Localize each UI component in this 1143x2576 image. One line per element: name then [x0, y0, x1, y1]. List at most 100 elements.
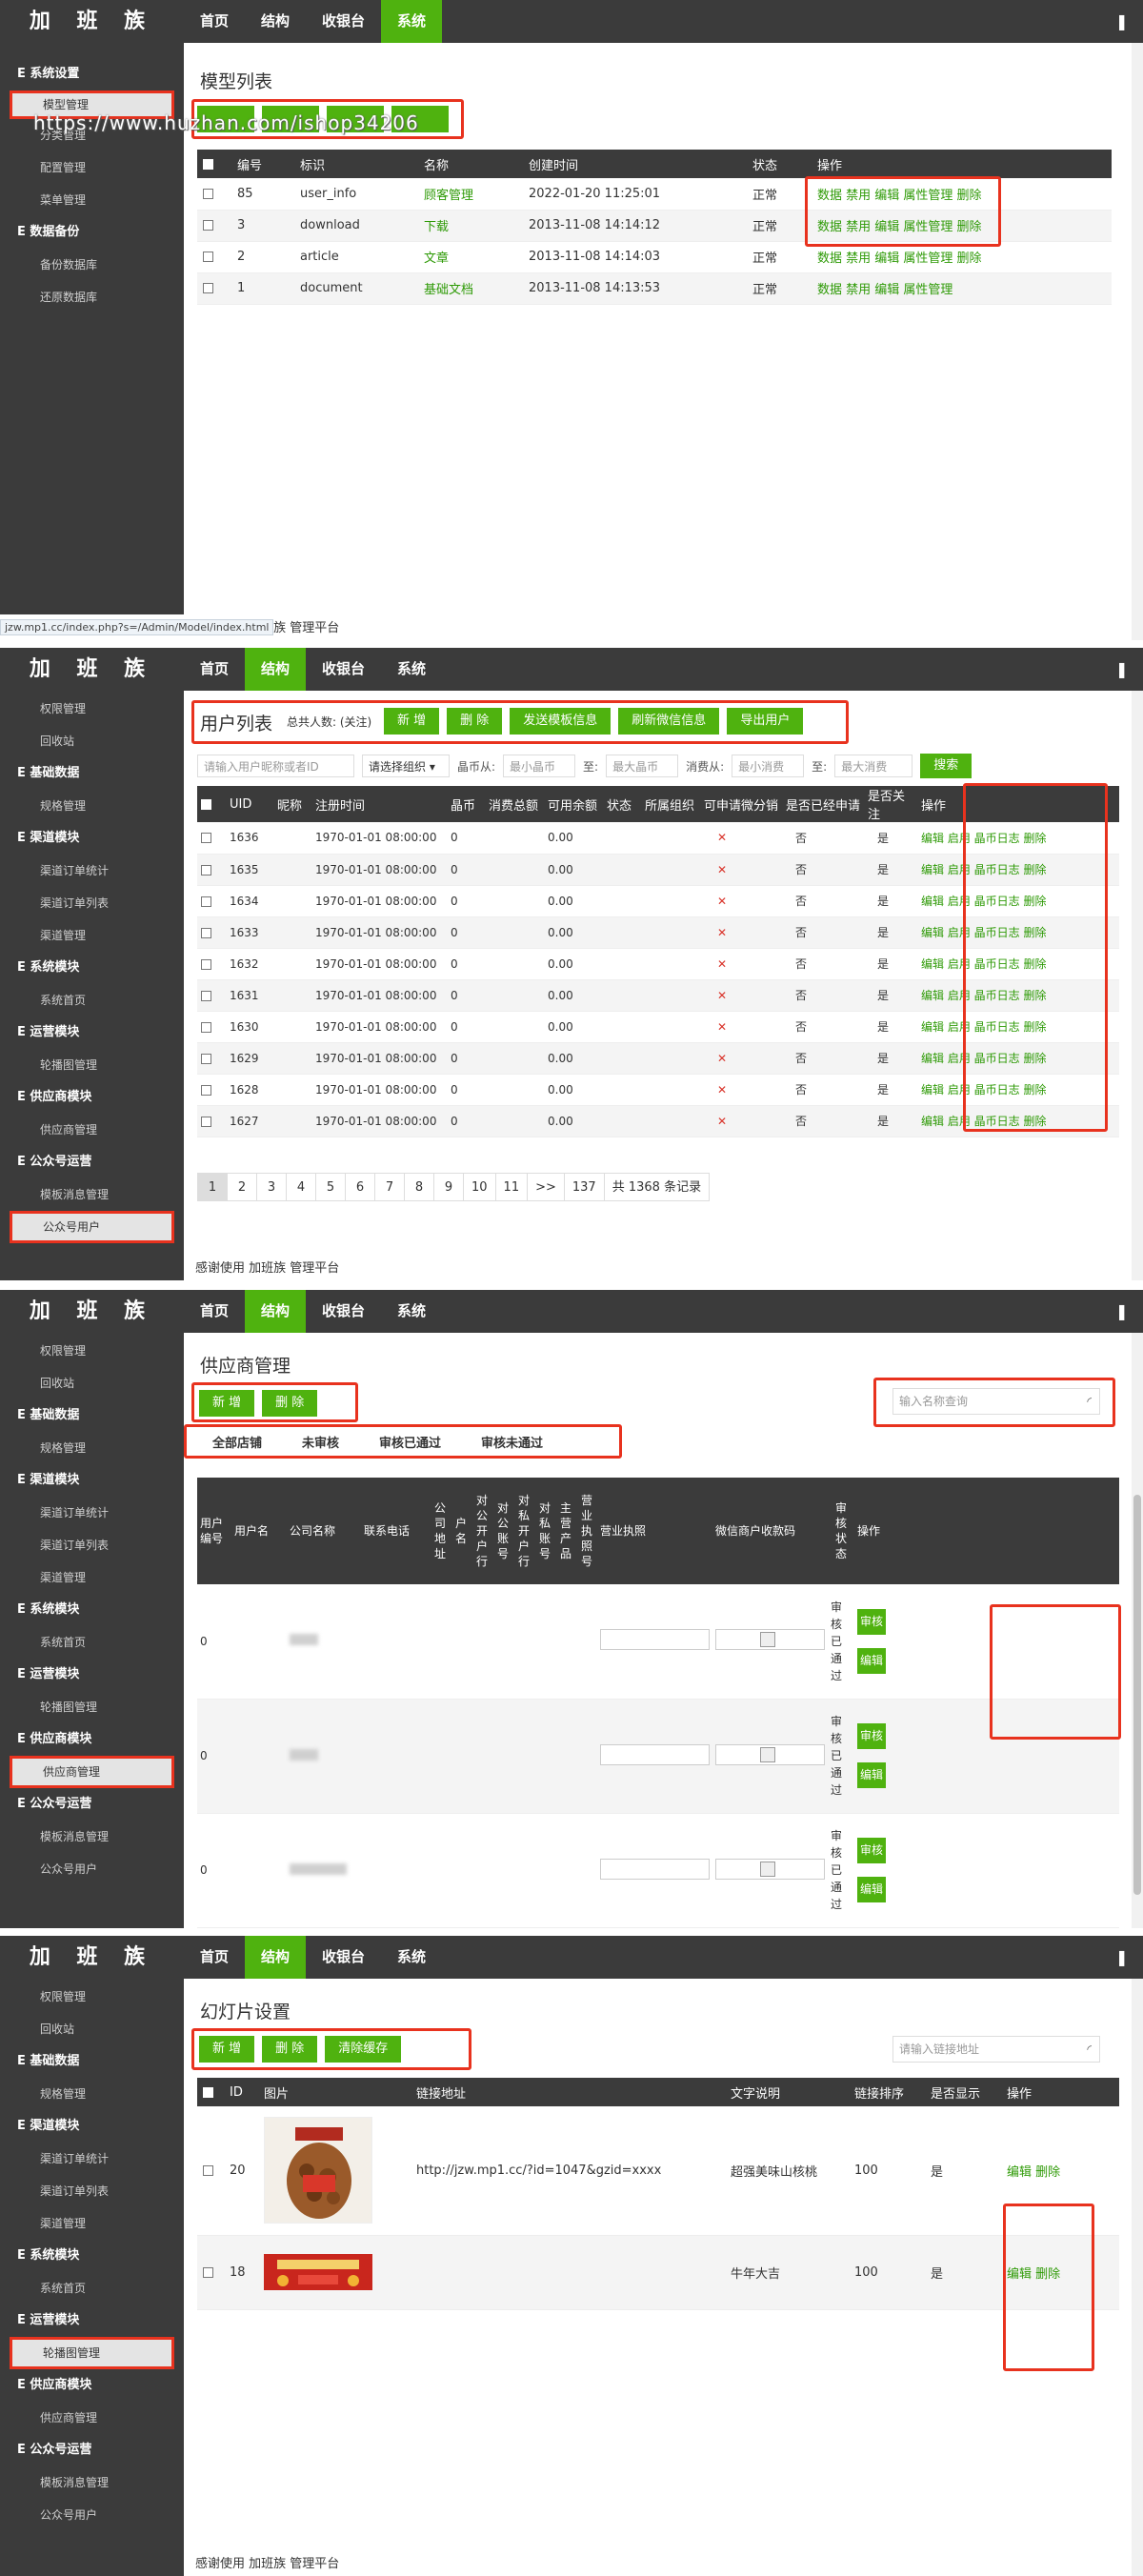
- sidebar-item-restore-db[interactable]: 还原数据库: [0, 281, 184, 313]
- nav-home[interactable]: 首页: [184, 0, 245, 43]
- pagination-page[interactable]: 5: [315, 1173, 346, 1201]
- sidebar-item-3[interactable]: 规格管理: [0, 1432, 184, 1464]
- spend-min-input[interactable]: 最小消费: [732, 755, 805, 777]
- pagination-page[interactable]: >>: [527, 1173, 565, 1201]
- sidebar-item-menu-manage[interactable]: 菜单管理: [0, 184, 184, 216]
- sidebar-item-backup-db[interactable]: 备份数据库: [0, 249, 184, 281]
- nav-cashier[interactable]: 收银台: [306, 1290, 381, 1333]
- nav-home[interactable]: 首页: [184, 1936, 245, 1979]
- sidebar-item-3[interactable]: 规格管理: [0, 2078, 184, 2110]
- edit-button[interactable]: 编辑: [857, 1877, 886, 1902]
- select-all-checkbox[interactable]: [203, 158, 213, 170]
- select-all-checkbox[interactable]: [203, 2086, 213, 2098]
- row-checkbox[interactable]: [201, 1021, 211, 1033]
- pagination-page[interactable]: 2: [227, 1173, 257, 1201]
- cell-name[interactable]: 基础文档: [418, 272, 523, 305]
- review-button[interactable]: 审核: [857, 1723, 886, 1749]
- user-search-input[interactable]: 请输入用户昵称或者ID: [197, 755, 354, 777]
- nav-structure[interactable]: 结构: [245, 1290, 307, 1333]
- sidebar-item-template-msg[interactable]: 模板消息管理: [0, 1178, 184, 1211]
- cell-name[interactable]: 文章: [418, 241, 523, 273]
- search-button[interactable]: 搜索: [920, 754, 973, 778]
- sidebar-item-0[interactable]: 权限管理: [0, 1981, 184, 2013]
- sidebar-item-channel-stats[interactable]: 渠道订单统计: [0, 855, 184, 887]
- nav-home[interactable]: 首页: [184, 1290, 245, 1333]
- nav-structure[interactable]: 结构: [245, 0, 306, 43]
- sidebar-item-7[interactable]: 渠道管理: [0, 2207, 184, 2240]
- sidebar-item-1[interactable]: 回收站: [0, 1367, 184, 1399]
- sidebar-item-15[interactable]: 模板消息管理: [0, 2466, 184, 2499]
- sidebar-item-16[interactable]: 公众号用户: [0, 1853, 184, 1885]
- row-checkbox[interactable]: [203, 2266, 213, 2278]
- scrollbar[interactable]: [1132, 691, 1143, 1280]
- nav-structure[interactable]: 结构: [245, 648, 307, 691]
- sidebar-item-supplier[interactable]: 供应商管理: [0, 1114, 184, 1146]
- sidebar-item-system-home[interactable]: 系统首页: [0, 984, 184, 1016]
- sidebar-item-channel-manage[interactable]: 渠道管理: [0, 919, 184, 952]
- edit-button[interactable]: 编辑: [857, 1647, 886, 1674]
- row-checkbox[interactable]: [201, 958, 211, 970]
- row-checkbox[interactable]: [203, 283, 213, 293]
- row-checkbox[interactable]: [201, 1053, 211, 1064]
- sidebar-item-13[interactable]: 供应商管理: [10, 1756, 174, 1788]
- row-checkbox[interactable]: [203, 188, 213, 199]
- review-button[interactable]: 审核: [857, 1838, 886, 1863]
- edit-button[interactable]: 编辑: [857, 1762, 886, 1788]
- row-checkbox[interactable]: [203, 2164, 213, 2176]
- sidebar-item-permission[interactable]: 权限管理: [0, 693, 184, 725]
- sidebar-item-5[interactable]: 渠道订单统计: [0, 2143, 184, 2175]
- sidebar-item-config-manage[interactable]: 配置管理: [0, 151, 184, 184]
- nav-cashier[interactable]: 收银台: [306, 1936, 381, 1979]
- coin-max-input[interactable]: 最大晶币: [606, 755, 679, 777]
- row-checkbox[interactable]: [203, 252, 213, 262]
- pagination-page[interactable]: 8: [404, 1173, 434, 1201]
- user-icon[interactable]: ❚: [1115, 1949, 1128, 1966]
- row-checkbox[interactable]: [201, 1116, 211, 1127]
- scrollbar[interactable]: [1132, 43, 1143, 640]
- org-select[interactable]: 请选择组织 ▾: [362, 755, 450, 777]
- sidebar-item-9[interactable]: 系统首页: [0, 2272, 184, 2304]
- row-checkbox[interactable]: [201, 990, 211, 1001]
- spend-max-input[interactable]: 最大消费: [834, 755, 913, 777]
- sidebar-item-1[interactable]: 回收站: [0, 2013, 184, 2045]
- sidebar-item-wechat-users[interactable]: 公众号用户: [10, 1211, 174, 1243]
- sidebar-item-5[interactable]: 渠道订单统计: [0, 1497, 184, 1529]
- cell-actions[interactable]: 数据 禁用 编辑 属性管理: [812, 272, 1112, 305]
- sidebar-item-6[interactable]: 渠道订单列表: [0, 1529, 184, 1561]
- sidebar-item-carousel[interactable]: 轮播图管理: [0, 1049, 184, 1081]
- pagination-page[interactable]: 10: [463, 1173, 496, 1201]
- sidebar-item-15[interactable]: 模板消息管理: [0, 1821, 184, 1853]
- sidebar-item-spec[interactable]: 规格管理: [0, 790, 184, 822]
- cell-name[interactable]: 下载: [418, 210, 523, 242]
- nav-system[interactable]: 系统: [381, 0, 443, 43]
- link-search-input[interactable]: 请输入链接地址 ◜: [892, 2036, 1100, 2063]
- nav-cashier[interactable]: 收银台: [306, 648, 381, 691]
- cell-name[interactable]: 顾客管理: [418, 178, 523, 211]
- sidebar-item-16[interactable]: 公众号用户: [0, 2499, 184, 2531]
- sidebar-item-channel-orders[interactable]: 渠道订单列表: [0, 887, 184, 919]
- sidebar-item-13[interactable]: 供应商管理: [0, 2402, 184, 2434]
- nav-cashier[interactable]: 收银台: [306, 0, 381, 43]
- user-icon[interactable]: ❚: [1115, 13, 1128, 30]
- nav-home[interactable]: 首页: [184, 648, 245, 691]
- sidebar-item-11[interactable]: 轮播图管理: [0, 1691, 184, 1723]
- sidebar-item-11[interactable]: 轮播图管理: [10, 2337, 174, 2369]
- nav-structure[interactable]: 结构: [245, 1936, 307, 1979]
- user-icon[interactable]: ❚: [1115, 1303, 1128, 1320]
- sidebar-item-7[interactable]: 渠道管理: [0, 1561, 184, 1594]
- sidebar-item-recycle[interactable]: 回收站: [0, 725, 184, 757]
- nav-system[interactable]: 系统: [381, 648, 442, 691]
- row-checkbox[interactable]: [201, 896, 211, 907]
- pagination-page[interactable]: 11: [494, 1173, 529, 1201]
- pagination-page[interactable]: 4: [286, 1173, 316, 1201]
- scrollbar[interactable]: [1132, 1333, 1143, 1928]
- sidebar-item-0[interactable]: 权限管理: [0, 1335, 184, 1367]
- pagination-page[interactable]: 137: [563, 1173, 605, 1201]
- pagination-page[interactable]: 7: [374, 1173, 405, 1201]
- pagination-page[interactable]: 6: [345, 1173, 375, 1201]
- sidebar-item-6[interactable]: 渠道订单列表: [0, 2175, 184, 2207]
- coin-min-input[interactable]: 最小晶币: [503, 755, 576, 777]
- row-checkbox[interactable]: [201, 927, 211, 938]
- select-all-checkbox[interactable]: [201, 798, 211, 810]
- nav-system[interactable]: 系统: [381, 1290, 442, 1333]
